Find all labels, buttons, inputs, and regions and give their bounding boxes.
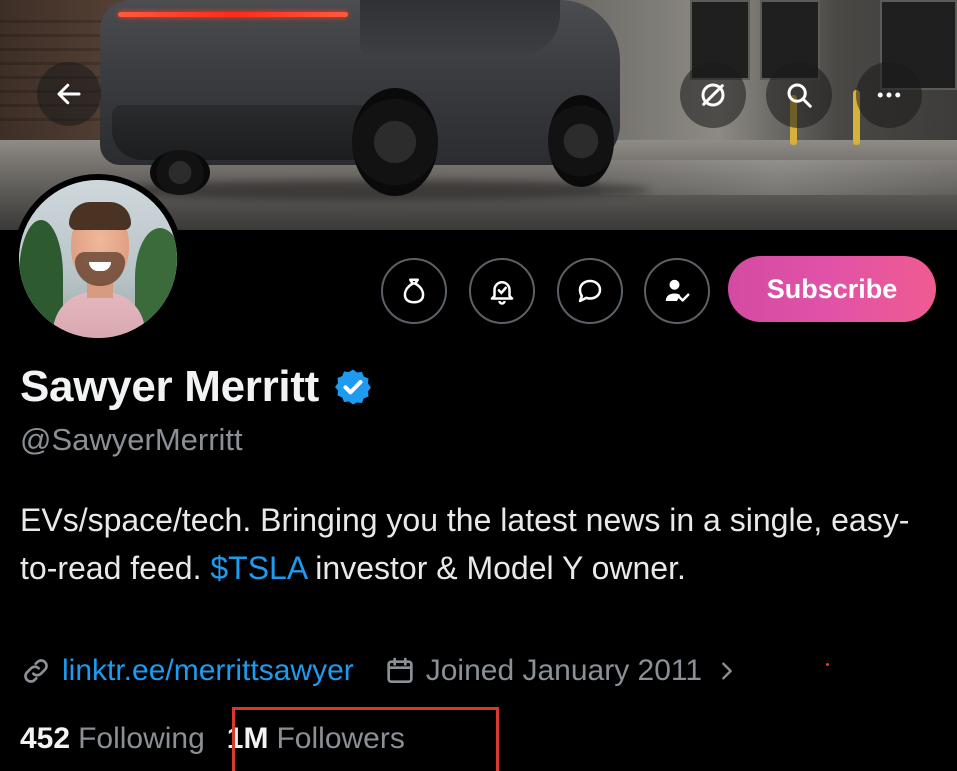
person-check-icon [665,279,690,302]
bio-text: investor & Model Y owner. [306,550,686,586]
back-button[interactable] [37,62,101,126]
annotation-dot [826,663,829,666]
highlight-box [232,707,499,771]
more-button[interactable] [856,62,922,128]
money-bag-icon [403,278,425,304]
profile-link[interactable]: linktr.ee/merrittsawyer [62,654,354,688]
following-link[interactable]: 452 Following [20,722,205,756]
car-taillight [118,12,348,17]
car-wheel [548,95,614,187]
message-button[interactable] [557,258,623,324]
link-icon [24,659,48,683]
avatar-tree [135,228,177,328]
following-button[interactable] [644,258,710,324]
joined-date: Joined January 2011 [425,654,703,687]
bio: EVs/space/tech. Bringing you the latest … [20,496,920,592]
banner-reflection [600,160,957,195]
notifications-button[interactable] [469,258,535,324]
display-name: Sawyer Merritt [20,362,320,411]
avatar-hair [69,202,131,230]
profile-name-row: Sawyer Merritt [20,362,373,412]
following-label: Following [78,722,205,755]
bell-check-icon [490,281,514,305]
search-button[interactable] [766,62,832,128]
car-wheel [352,88,438,196]
tip-button[interactable] [381,258,447,324]
no-sync-icon [701,83,725,107]
search-icon [787,83,812,108]
car-roof [360,0,560,55]
message-icon [578,279,602,303]
cashtag-link[interactable]: $TSLA [210,550,306,586]
subscribe-button[interactable]: Subscribe [728,256,936,322]
calendar-icon [387,657,413,683]
no-sync-button[interactable] [680,62,746,128]
chevron-right-icon[interactable] [716,660,738,682]
handle: @SawyerMerritt [20,422,243,457]
avatar[interactable] [13,174,183,344]
verified-badge-icon[interactable] [333,367,373,407]
following-count: 452 [20,722,71,755]
arrow-left-icon [57,83,81,105]
more-icon [877,92,901,98]
profile-meta: linktr.ee/merrittsawyer Joined January 2… [20,654,738,688]
